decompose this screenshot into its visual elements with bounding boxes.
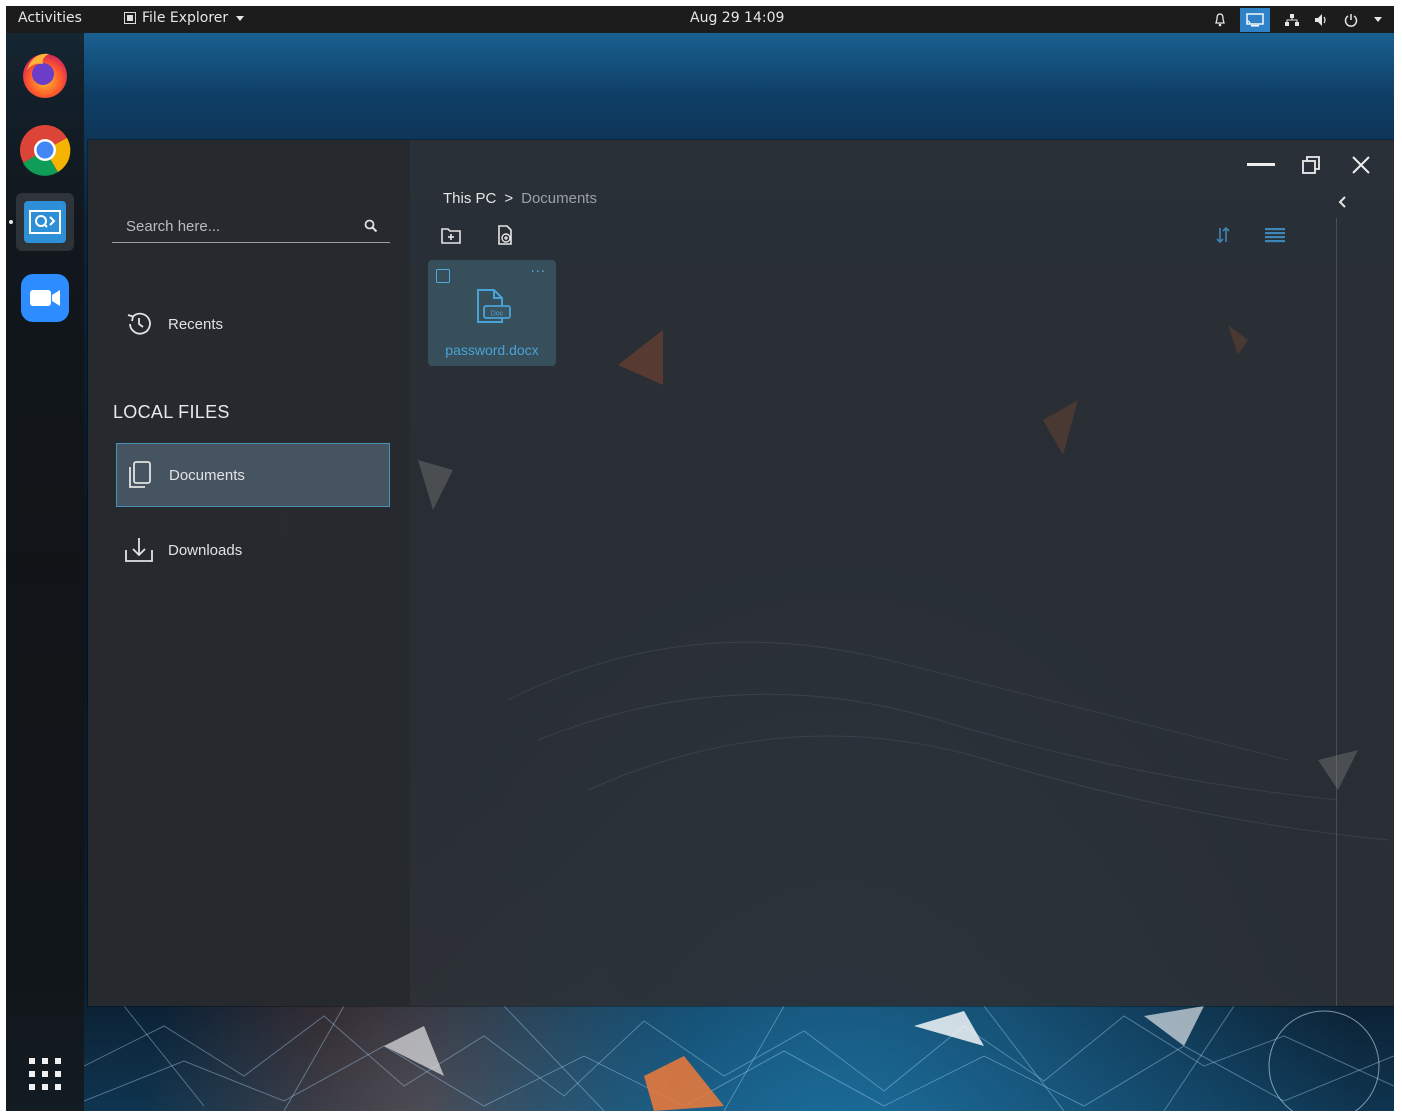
dock-chrome[interactable] bbox=[16, 121, 74, 179]
breadcrumb: This PC > Documents bbox=[443, 190, 597, 207]
network-icon[interactable] bbox=[1284, 13, 1300, 27]
screencast-icon[interactable] bbox=[1240, 7, 1270, 32]
new-folder-icon bbox=[441, 228, 461, 244]
close-button[interactable] bbox=[1346, 150, 1376, 180]
dock bbox=[6, 33, 84, 1111]
top-bar: Activities File Explorer Aug 29 14:09 bbox=[6, 6, 1394, 33]
new-file-icon bbox=[498, 225, 512, 245]
documents-icon bbox=[125, 460, 155, 490]
running-indicator bbox=[9, 220, 13, 224]
dock-firefox[interactable] bbox=[16, 45, 74, 103]
caret-down-icon bbox=[236, 15, 245, 21]
sidebar-item-label: Downloads bbox=[168, 541, 243, 559]
new-folder-button[interactable] bbox=[438, 222, 464, 248]
list-view-icon bbox=[1265, 228, 1285, 243]
app-menu-label: File Explorer bbox=[142, 10, 229, 26]
window-controls bbox=[1246, 150, 1376, 180]
more-options-icon[interactable]: ··· bbox=[531, 266, 546, 279]
app-menu[interactable]: File Explorer bbox=[124, 10, 245, 26]
file-select-checkbox[interactable] bbox=[436, 269, 450, 283]
file-explorer-window: Recents LOCAL FILES Documents Downloads … bbox=[88, 140, 1394, 1006]
dock-show-applications[interactable] bbox=[16, 1045, 74, 1103]
breadcrumb-documents: Documents bbox=[521, 190, 597, 207]
search-icon[interactable] bbox=[364, 218, 378, 237]
sidebar-item-label: Recents bbox=[168, 315, 224, 333]
file-name: password.docx bbox=[445, 342, 539, 358]
downloads-icon bbox=[124, 535, 154, 565]
list-view-button[interactable] bbox=[1262, 222, 1288, 248]
history-icon bbox=[124, 309, 154, 339]
volume-icon[interactable] bbox=[1314, 13, 1330, 27]
sort-icon bbox=[1216, 226, 1230, 244]
sidebar-item-label: Documents bbox=[169, 466, 245, 484]
zoom-icon bbox=[21, 274, 69, 322]
new-file-button[interactable] bbox=[492, 222, 518, 248]
app-grid-icon bbox=[29, 1058, 61, 1090]
bell-icon[interactable] bbox=[1214, 12, 1226, 27]
breadcrumb-this-pc[interactable]: This PC bbox=[443, 190, 496, 207]
chevron-down-icon[interactable] bbox=[1374, 17, 1382, 22]
details-panel-divider bbox=[1336, 218, 1337, 1006]
minimize-icon bbox=[1247, 163, 1275, 166]
file-explorer-app-icon bbox=[124, 12, 136, 24]
sidebar-item-recents[interactable]: Recents bbox=[116, 292, 390, 356]
breadcrumb-separator: > bbox=[504, 190, 514, 207]
collapse-panel-button[interactable] bbox=[1334, 192, 1350, 212]
file-type-badge: Doc bbox=[491, 311, 504, 318]
main-pane: This PC > Documents ··· Doc password.doc… bbox=[410, 140, 1394, 1006]
restore-button[interactable] bbox=[1296, 150, 1326, 180]
activities-button[interactable]: Activities bbox=[18, 10, 82, 26]
dock-file-explorer[interactable] bbox=[16, 193, 74, 251]
dock-zoom[interactable] bbox=[16, 269, 74, 327]
restore-icon bbox=[1302, 156, 1320, 174]
search-input[interactable] bbox=[124, 217, 358, 236]
sidebar-item-downloads[interactable]: Downloads bbox=[116, 518, 390, 582]
wallpaper-network-decoration bbox=[84, 1006, 1394, 1111]
file-item[interactable]: ··· Doc password.docx bbox=[428, 260, 556, 366]
chevron-left-icon bbox=[1338, 196, 1346, 208]
sidebar-item-documents[interactable]: Documents bbox=[116, 443, 390, 507]
clock[interactable]: Aug 29 14:09 bbox=[690, 10, 784, 26]
local-files-heading: LOCAL FILES bbox=[113, 402, 230, 422]
chrome-icon bbox=[20, 125, 71, 176]
firefox-icon bbox=[23, 53, 67, 98]
desktop: Activities File Explorer Aug 29 14:09 Se… bbox=[6, 6, 1394, 1111]
power-icon[interactable] bbox=[1344, 13, 1358, 27]
system-tray[interactable] bbox=[1214, 6, 1382, 33]
search-box[interactable] bbox=[112, 213, 390, 243]
minimize-button[interactable] bbox=[1246, 150, 1276, 180]
close-icon bbox=[1352, 156, 1370, 174]
file-explorer-icon bbox=[24, 201, 66, 243]
sort-button[interactable] bbox=[1210, 222, 1236, 248]
sidebar: Recents LOCAL FILES Documents Downloads bbox=[88, 140, 410, 1006]
word-document-icon: Doc bbox=[472, 286, 512, 330]
